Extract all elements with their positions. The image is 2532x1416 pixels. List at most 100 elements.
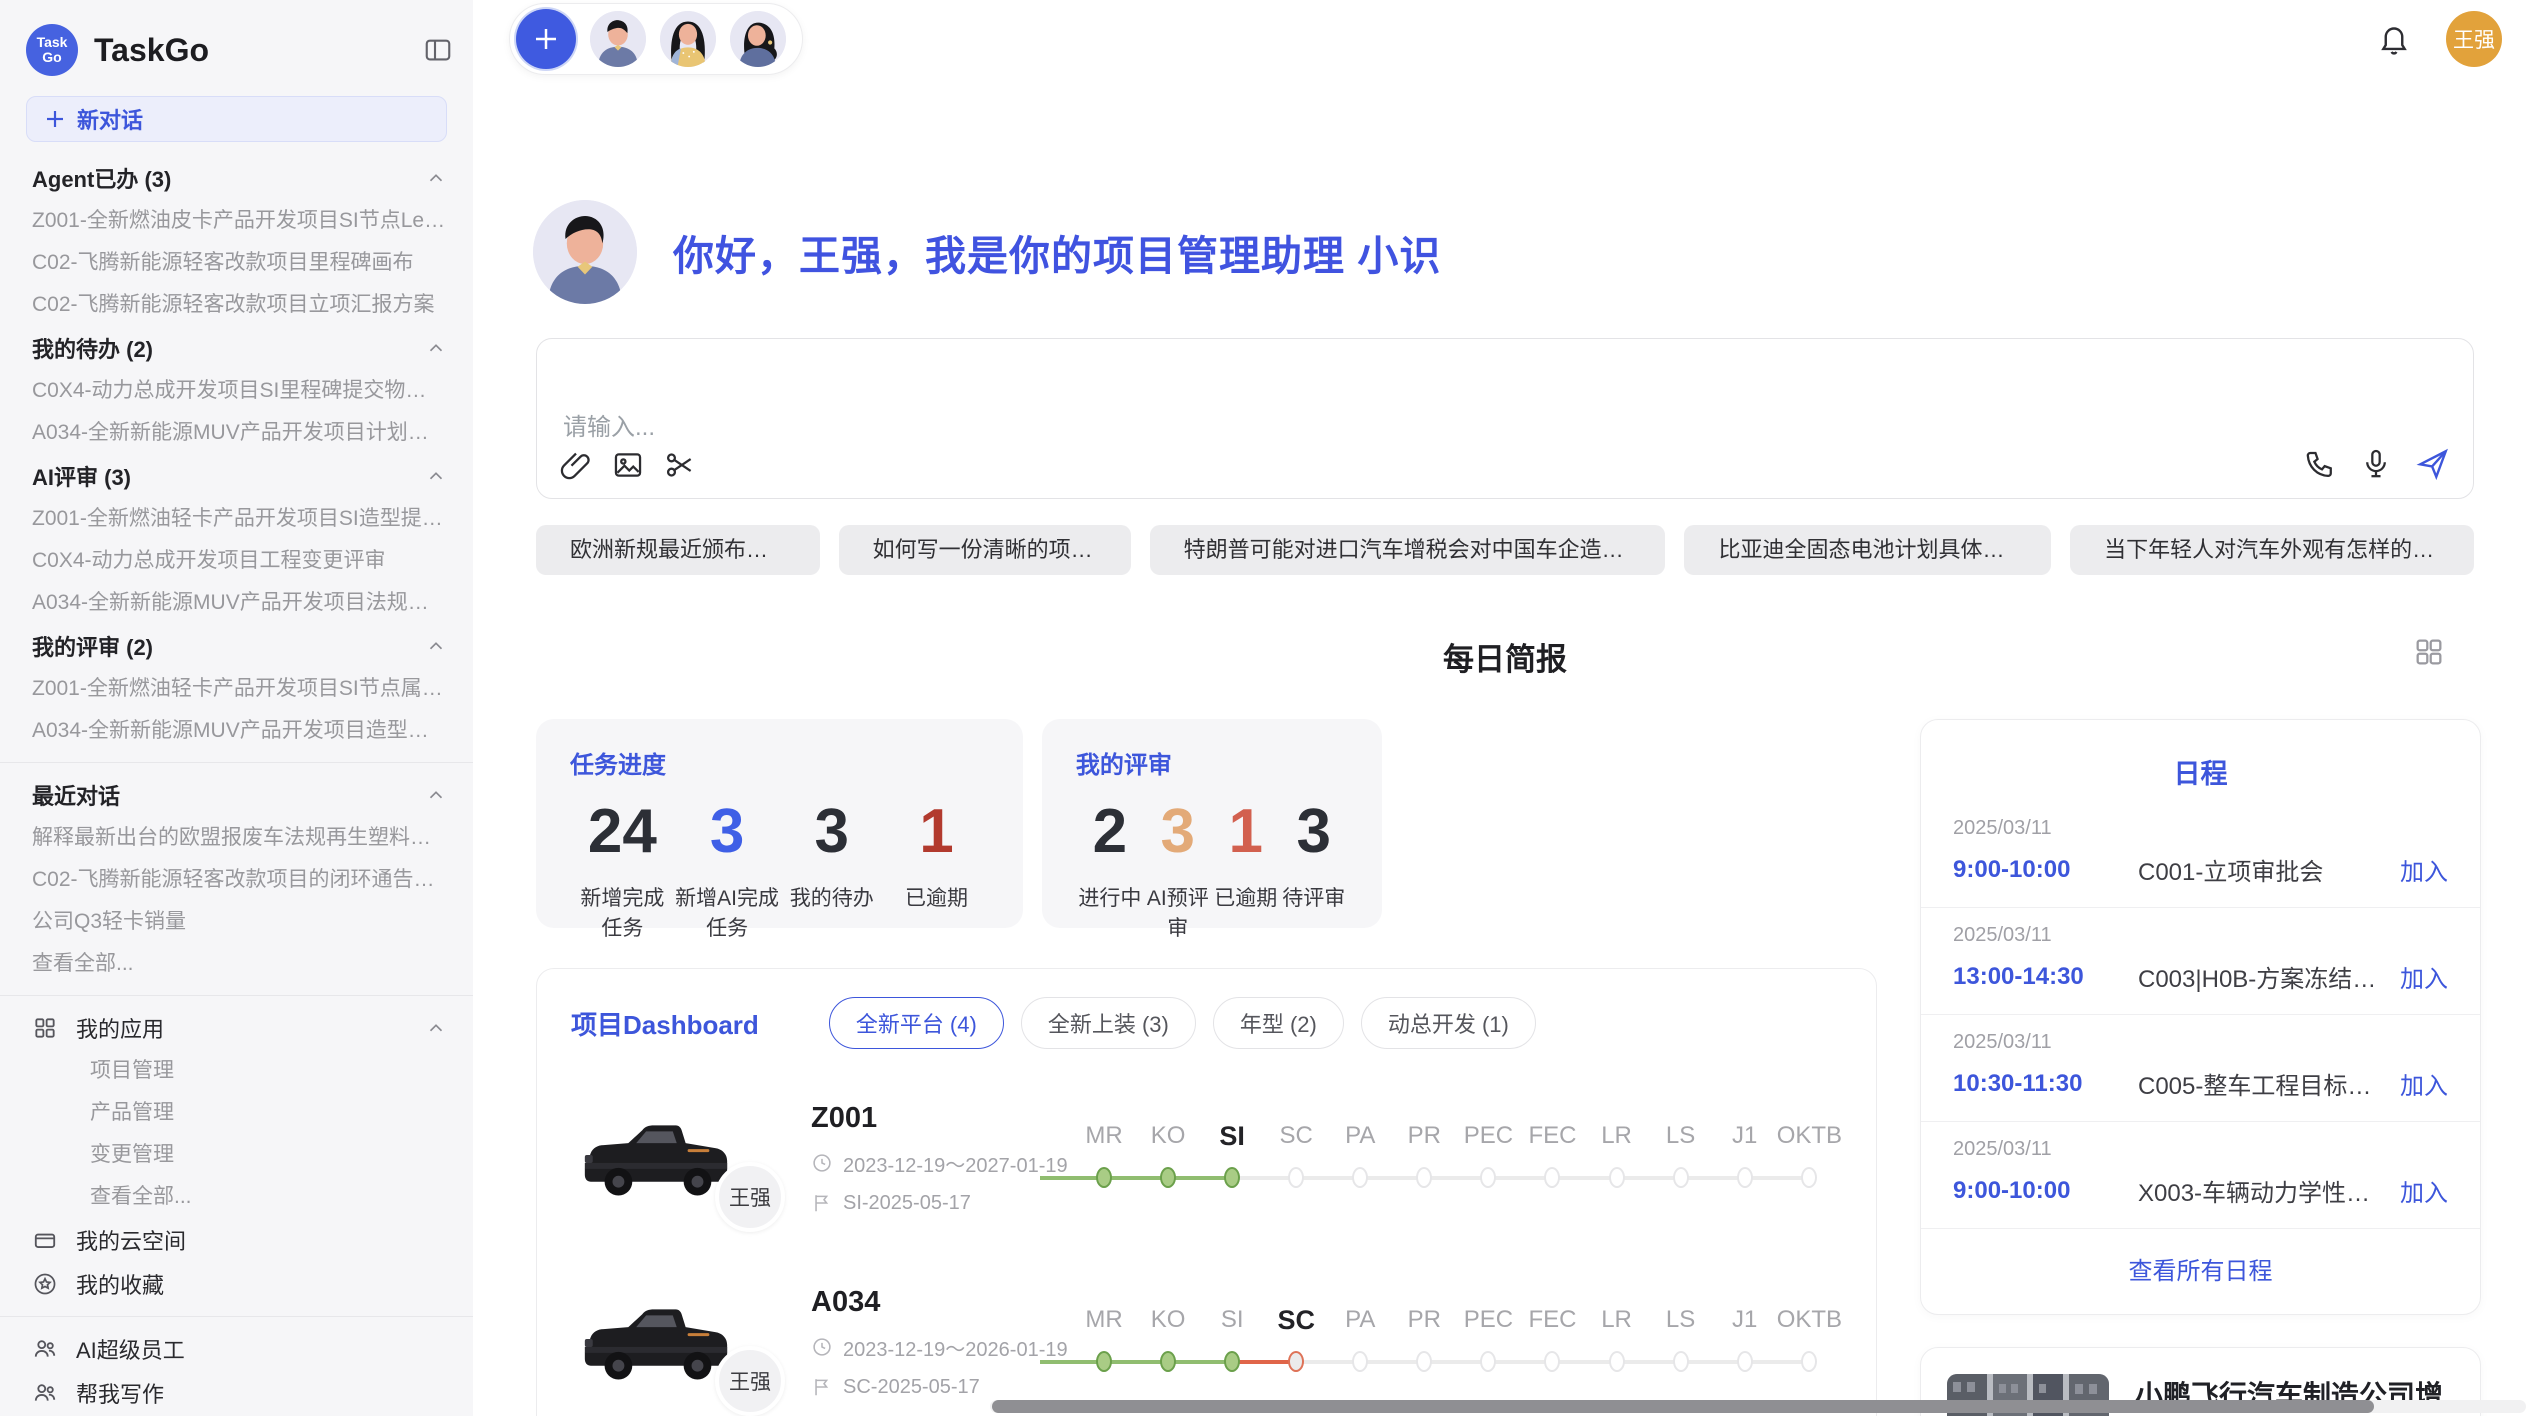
topbar: 王强 xyxy=(473,0,2532,72)
new-chat-label: 新对话 xyxy=(77,103,143,135)
section-header[interactable]: 我的待办 (2) xyxy=(0,326,473,370)
milestone-cell: PR xyxy=(1392,1301,1456,1377)
sidebar-task-item[interactable]: Z001-全新燃油轻卡产品开发项目SI节点属性5D文件评审 xyxy=(0,668,473,710)
suggestion-chip[interactable]: 比亚迪全固态电池计划具体说了什么 xyxy=(1684,525,2051,575)
agent-avatar-3[interactable] xyxy=(730,11,786,67)
app-item[interactable]: 产品管理 xyxy=(0,1092,473,1134)
attach-paperclip-icon[interactable] xyxy=(559,448,593,482)
scissors-icon[interactable] xyxy=(663,448,697,482)
suggestion-chip[interactable]: 当下年轻人对汽车外观有怎样的喜好趋势 xyxy=(2070,525,2474,575)
milestone-connector xyxy=(1488,1176,1552,1180)
event-join-link[interactable]: 加入 xyxy=(2400,852,2448,887)
ai-tool-row[interactable]: 帮我写作 xyxy=(0,1371,473,1415)
recent-chat-item[interactable]: 解释最新出台的欧盟报废车法规再生塑料比例被调至15%... xyxy=(0,817,473,859)
add-agent-button[interactable] xyxy=(516,9,576,69)
app-item[interactable]: 查看全部... xyxy=(0,1176,473,1218)
send-icon[interactable] xyxy=(2415,446,2451,482)
chevron-up-icon[interactable] xyxy=(425,167,447,189)
milestone-dot xyxy=(1352,1351,1368,1372)
project-owner-badge: 王强 xyxy=(715,1346,785,1416)
dashboard-tab[interactable]: 全新上装 (3) xyxy=(1021,997,1196,1049)
project-flag: SI-2025-05-17 xyxy=(811,1192,1066,1215)
event-join-link[interactable]: 加入 xyxy=(2400,1066,2448,1101)
recent-chat-item[interactable]: C02-飞腾新能源轻客改款项目的闭环通告反馈情况 xyxy=(0,859,473,901)
stat-cell: 3 待评审 xyxy=(1280,798,1348,942)
dashboard-tab[interactable]: 动总开发 (1) xyxy=(1361,997,1536,1049)
new-chat-button[interactable]: 新对话 xyxy=(26,96,447,142)
event-date: 2025/03/11 xyxy=(1953,1031,2448,1054)
microphone-icon[interactable] xyxy=(2359,447,2393,481)
sidebar-task-item[interactable]: A034-全新新能源MUV产品开发项目法规符合性评审 xyxy=(0,582,473,624)
dashboard-tab[interactable]: 全新平台 (4) xyxy=(829,997,1004,1049)
project-dashboard-card: 项目Dashboard 全新平台 (4)全新上装 (3)年型 (2)动总开发 (… xyxy=(536,968,1877,1416)
recent-chats-header[interactable]: 最近对话 xyxy=(0,773,473,817)
agent-avatar-1[interactable] xyxy=(590,11,646,67)
image-upload-icon[interactable] xyxy=(611,448,645,482)
milestone-dot xyxy=(1609,1351,1625,1372)
sidebar-task-item[interactable]: Z001-全新燃油轻卡产品开发项目SI造型提交物评审 xyxy=(0,498,473,540)
project-row[interactable]: 王强 Z001 2023-12-19～2027-01-19 xyxy=(571,1083,1842,1233)
milestone-dot xyxy=(1096,1351,1112,1372)
stat-value: 3 xyxy=(1144,798,1212,866)
suggestion-chip[interactable]: 如何写一份清晰的项目周报 xyxy=(839,525,1131,575)
recent-chat-item[interactable]: 公司Q3轻卡销量 xyxy=(0,901,473,943)
chevron-up-icon[interactable] xyxy=(425,1017,447,1039)
chevron-up-icon[interactable] xyxy=(425,337,447,359)
milestone-dot xyxy=(1737,1167,1753,1188)
app-item[interactable]: 变更管理 xyxy=(0,1134,473,1176)
suggestion-chip[interactable]: 特朗普可能对进口汽车增税会对中国车企造成哪些影响 xyxy=(1150,525,1666,575)
event-time: 9:00-10:00 xyxy=(1953,856,2128,884)
section-items: C0X4-动力总成开发项目SI里程碑提交物检查A034-全新新能源MUV产品开发… xyxy=(0,370,473,454)
milestone-label: OKTB xyxy=(1777,1117,1842,1155)
event-join-link[interactable]: 加入 xyxy=(2400,959,2448,994)
chat-input-card[interactable]: 请输入... xyxy=(536,338,2474,499)
agent-avatar-2[interactable] xyxy=(660,11,716,67)
favorites-row[interactable]: 我的收藏 xyxy=(0,1262,473,1306)
section-header[interactable]: AI评审 (3) xyxy=(0,454,473,498)
project-info: Z001 2023-12-19～2027-01-19 xyxy=(811,1102,1066,1215)
milestone-cell: SC xyxy=(1264,1117,1328,1193)
project-row[interactable]: 王强 A034 2023-12-19～2026-01-19 xyxy=(571,1267,1842,1416)
sidebar-task-item[interactable]: C0X4-动力总成开发项目工程变更评审 xyxy=(0,540,473,582)
layout-grid-icon[interactable] xyxy=(2412,635,2446,669)
logo-line1: Task xyxy=(37,35,68,50)
project-date-range: 2023-12-19～2026-01-19 xyxy=(843,1333,1068,1362)
ai-tool-label: 帮我写作 xyxy=(76,1377,164,1409)
cloud-space-row[interactable]: 我的云空间 xyxy=(0,1218,473,1262)
ai-tool-row[interactable]: AI超级员工 xyxy=(0,1327,473,1371)
voice-call-icon[interactable] xyxy=(2303,447,2337,481)
chevron-up-icon[interactable] xyxy=(425,784,447,806)
recent-chat-item[interactable]: 查看全部... xyxy=(0,943,473,985)
sidebar-task-item[interactable]: Z001-全新燃油皮卡产品开发项目SI节点Lesson Learn报告 xyxy=(0,200,473,242)
sidebar-collapse-icon[interactable] xyxy=(423,35,453,65)
sidebar-task-item[interactable]: C0X4-动力总成开发项目SI里程碑提交物检查 xyxy=(0,370,473,412)
stat-value: 24 xyxy=(570,798,675,866)
milestone-label: MR xyxy=(1072,1301,1136,1339)
sidebar-task-item[interactable]: A034-全新新能源MUV产品开发项目造型可行性评审 xyxy=(0,710,473,752)
my-apps-row[interactable]: 我的应用 xyxy=(0,1006,473,1050)
sidebar-task-item[interactable]: A034-全新新能源MUV产品开发项目计划变更表编写 xyxy=(0,412,473,454)
section-header[interactable]: Agent已办 (3) xyxy=(0,156,473,200)
suggestion-chip[interactable]: 欧洲新规最近颁布了什么? xyxy=(536,525,820,575)
milestone-label: FEC xyxy=(1520,1301,1584,1339)
project-info: A034 2023-12-19～2026-01-19 xyxy=(811,1286,1066,1399)
sidebar-task-item[interactable]: C02-飞腾新能源轻客改款项目里程碑画布 xyxy=(0,242,473,284)
milestone-connector xyxy=(1104,1176,1168,1180)
event-row: 10:30-11:30 C005-整车工程目标评审 加入 xyxy=(1953,1066,2448,1101)
milestone-connector xyxy=(1424,1176,1488,1180)
scrollbar-thumb[interactable] xyxy=(992,1400,2374,1413)
task-section: 我的待办 (2) C0X4-动力总成开发项目SI里程碑提交物检查A034-全新新… xyxy=(0,326,473,454)
chevron-up-icon[interactable] xyxy=(425,635,447,657)
event-join-link[interactable]: 加入 xyxy=(2400,1173,2448,1208)
sidebar-task-item[interactable]: C02-飞腾新能源轻客改款项目立项汇报方案 xyxy=(0,284,473,326)
user-avatar[interactable]: 王强 xyxy=(2446,11,2502,67)
milestone-label: LS xyxy=(1649,1301,1713,1339)
dashboard-tab[interactable]: 年型 (2) xyxy=(1213,997,1344,1049)
section-header[interactable]: 我的评审 (2) xyxy=(0,624,473,668)
view-all-schedule-link[interactable]: 查看所有日程 xyxy=(1921,1228,2480,1304)
notifications-bell-icon[interactable] xyxy=(2376,21,2412,57)
milestone-dot xyxy=(1544,1351,1560,1372)
milestone-label: MR xyxy=(1072,1117,1136,1155)
chevron-up-icon[interactable] xyxy=(425,465,447,487)
app-item[interactable]: 项目管理 xyxy=(0,1050,473,1092)
